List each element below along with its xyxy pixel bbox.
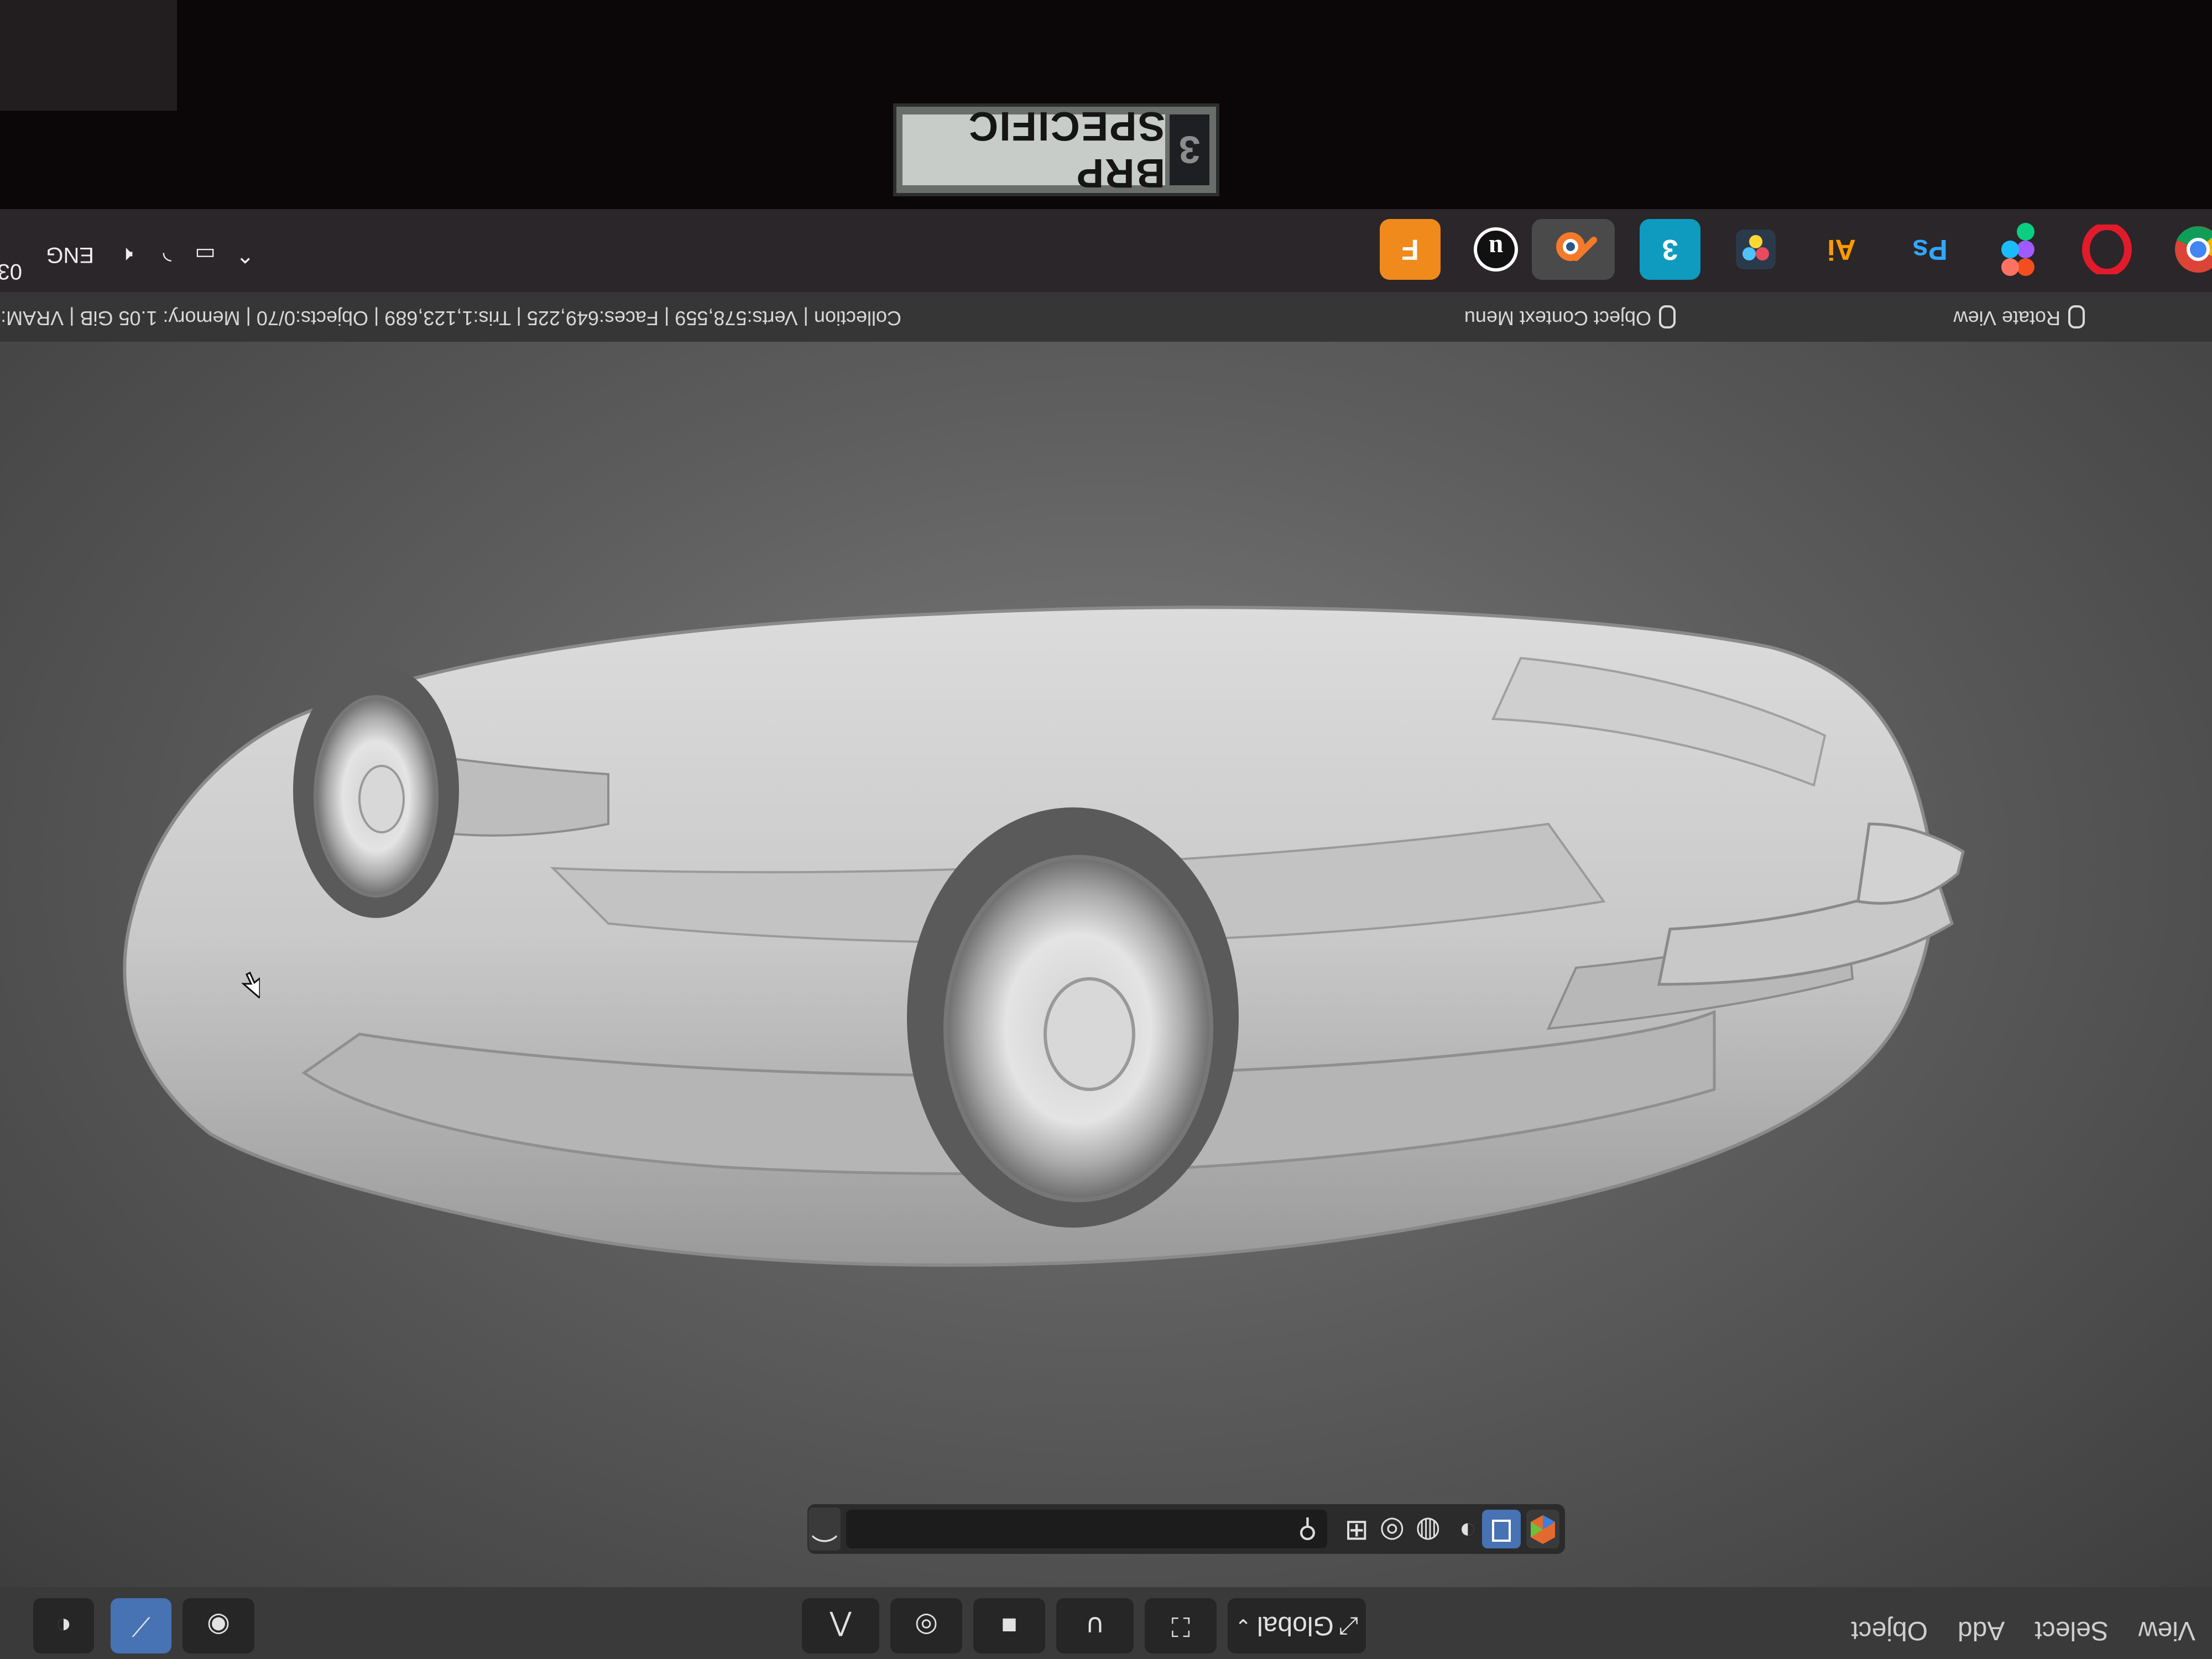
magnet-icon: ∪	[1085, 1611, 1105, 1640]
opera-logo	[2082, 225, 2132, 274]
proportional-edit-icon: ◎	[915, 1611, 938, 1640]
transform-orientation-dropdown[interactable]: ⤢ Global ⌄	[1228, 1598, 1366, 1653]
sticker-text: BRP SPECIFIC	[902, 103, 1165, 196]
photo-rotated-180: View Select Add Object ⤢ Global ⌄ ⛶ ∪ ■ ◎ ⋀…	[0, 0, 2212, 1659]
chevron-down-icon: ⌄	[1234, 1615, 1252, 1637]
overlays-icon: ◐	[55, 1611, 72, 1641]
photoshop-label: Ps	[1912, 233, 1948, 265]
menu-object[interactable]: Object	[1851, 1616, 1928, 1645]
mouse-cursor-icon	[241, 971, 260, 998]
davinci-icon[interactable]	[1725, 219, 1786, 280]
menu-select[interactable]: Select	[2034, 1616, 2108, 1645]
pivot-point-button[interactable]: ⛶	[1145, 1598, 1217, 1653]
clock[interactable]: 03-0	[0, 259, 22, 284]
snap-toggle-button[interactable]: ∪	[1056, 1598, 1134, 1653]
menu-view[interactable]: View	[2138, 1616, 2195, 1645]
rotate-view-label: Rotate View	[1953, 307, 2060, 330]
sticker-number: 3	[1170, 114, 1209, 185]
wifi-icon[interactable]: ◝	[163, 242, 172, 267]
gizmo-icon: ⟋	[132, 1611, 150, 1641]
orientation-icon: ⤢	[1339, 1613, 1359, 1640]
object-visibility-button[interactable]: ◉	[182, 1598, 254, 1653]
snap-target-button[interactable]: ■	[973, 1598, 1045, 1653]
system-tray-chevron[interactable]: ⌃	[236, 242, 254, 267]
mouse-right-icon	[1659, 305, 1676, 328]
front-wheel	[293, 664, 459, 918]
chrome-logo	[2175, 226, 2212, 273]
unreal-logo: u	[1474, 227, 1518, 272]
max-label: 3	[1662, 233, 1678, 265]
falloff-icon: ⋀	[830, 1611, 852, 1640]
context-menu-label: Object Context Menu	[1464, 307, 1651, 330]
status-bar: Rotate View Object Context Menu Collecti…	[0, 292, 2212, 342]
svg-text:u: u	[1489, 234, 1504, 263]
davinci-logo	[1736, 229, 1776, 269]
gizmo-toggle-button[interactable]: ⟋	[111, 1598, 171, 1653]
photoshop-icon[interactable]: Ps	[1900, 219, 1960, 280]
header-menus: View Select Add Object	[1821, 1607, 2195, 1646]
background-device-label	[0, 0, 177, 111]
eye-icon: ◉	[207, 1611, 230, 1640]
chrome-icon[interactable]	[2168, 219, 2212, 280]
blender-icon[interactable]	[1532, 219, 1615, 280]
fusion-label: F	[1401, 233, 1419, 265]
opera-icon[interactable]	[2077, 219, 2137, 280]
illustrator-icon[interactable]: Ai	[1811, 219, 1872, 280]
overlays-button[interactable]: ◐	[33, 1598, 94, 1653]
scene-statistics: Collection | Verts:578,559 | Faces:649,2…	[1, 307, 901, 330]
monitor-sticker: 3 BRP SPECIFIC	[893, 103, 1219, 196]
figma-icon[interactable]	[1988, 219, 2049, 280]
mouse-middle-icon	[2068, 305, 2085, 328]
windows-taskbar: Ps Ai 3 u F ⌃ ▭ ◝ �	[0, 209, 2212, 292]
car-model-render	[123, 606, 1965, 1267]
orientation-label: Global	[1257, 1611, 1334, 1641]
rear-wheel	[907, 807, 1239, 1228]
fusion-icon[interactable]: F	[1380, 219, 1441, 280]
viewport-header: View Select Add Object ⤢ Global ⌄ ⛶ ∪ ■ ◎ ⋀…	[0, 1587, 2212, 1659]
snap-target-icon: ■	[1001, 1611, 1018, 1641]
pivot-icon: ⛶	[1171, 1611, 1190, 1641]
context-menu-hint: Object Context Menu	[1464, 305, 1676, 330]
volume-icon[interactable]: 🔈︎	[119, 242, 133, 267]
language-indicator[interactable]: ENG	[46, 242, 94, 267]
falloff-button[interactable]: ⋀	[802, 1598, 879, 1653]
unreal-icon[interactable]: u	[1465, 219, 1526, 280]
illustrator-label: Ai	[1827, 233, 1856, 265]
figma-logo	[2001, 223, 2034, 276]
rotate-view-hint: Rotate View	[1954, 305, 2085, 330]
battery-icon[interactable]: ▭	[195, 242, 216, 267]
max-icon[interactable]: 3	[1640, 219, 1700, 280]
blender-logo	[1556, 232, 1597, 261]
menu-add[interactable]: Add	[1958, 1616, 2005, 1645]
3d-viewport[interactable]: ◑ ◍ ◎ ⊞ ⚲ ⌒	[0, 271, 2212, 1587]
proportional-edit-button[interactable]: ◎	[890, 1598, 962, 1653]
